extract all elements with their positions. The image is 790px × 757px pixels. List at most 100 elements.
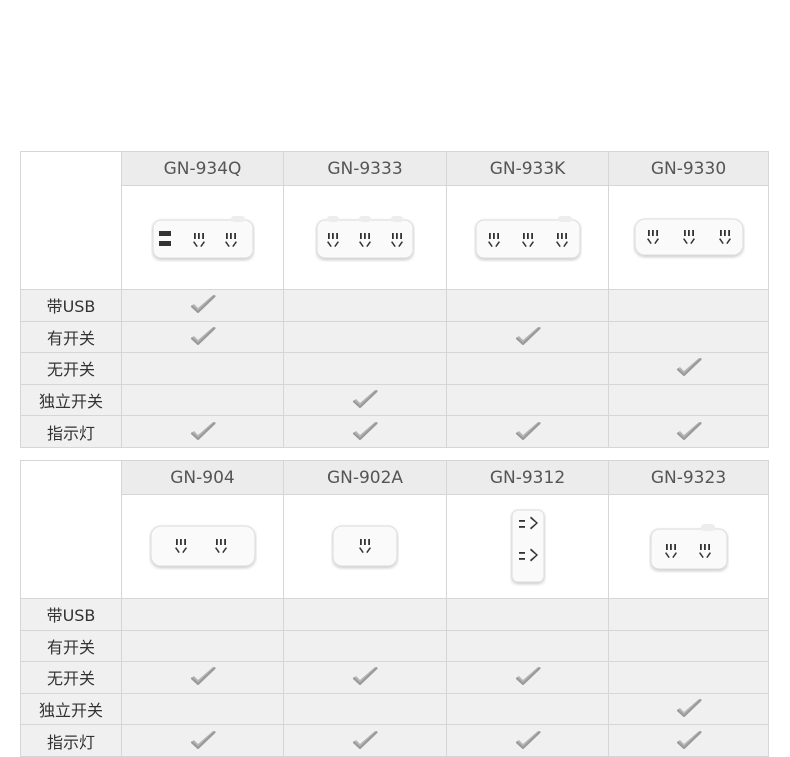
- feature-cell: [608, 352, 769, 385]
- check-icon: [676, 358, 702, 377]
- product-image-cell: [283, 185, 447, 290]
- check-icon: [190, 421, 216, 440]
- feature-row: 带USB: [20, 598, 769, 631]
- feature-row: 独立开关: [20, 383, 769, 417]
- feature-label: 独立开关: [20, 383, 122, 417]
- feature-cell: [608, 692, 769, 726]
- feature-row: 指示灯: [20, 415, 769, 448]
- model-name: GN-933K: [446, 151, 609, 186]
- feature-cell: [446, 415, 609, 448]
- feature-cell: [446, 661, 609, 694]
- feature-cell: [283, 320, 447, 354]
- model-name: GN-934Q: [121, 151, 284, 186]
- product-image: [634, 218, 743, 255]
- check-icon: [676, 421, 702, 440]
- feature-row: 独立开关: [20, 692, 769, 726]
- feature-cell: [283, 383, 447, 417]
- feature-label: 指示灯: [20, 415, 122, 448]
- product-image: [650, 523, 727, 569]
- product-image-cell: [608, 494, 769, 599]
- feature-cell: [283, 598, 447, 631]
- feature-cell: [283, 661, 447, 694]
- feature-cell: [446, 352, 609, 385]
- corner-cell: [20, 151, 122, 290]
- check-icon: [515, 421, 541, 440]
- feature-row: 无开关: [20, 352, 769, 385]
- product-image-cell: [283, 494, 447, 599]
- feature-cell: [121, 661, 284, 694]
- product-image: [150, 525, 255, 566]
- feature-cell: [283, 724, 447, 757]
- feature-cell: [446, 383, 609, 417]
- feature-label: 有开关: [20, 629, 122, 663]
- model-name: GN-9323: [608, 460, 769, 495]
- check-icon: [190, 667, 216, 686]
- product-image: [475, 215, 580, 258]
- check-icon: [352, 667, 378, 686]
- feature-cell: [608, 629, 769, 663]
- product-image: [316, 215, 414, 258]
- check-icon: [352, 421, 378, 440]
- feature-cell: [446, 598, 609, 631]
- feature-cell: [446, 629, 609, 663]
- check-icon: [515, 667, 541, 686]
- check-icon: [190, 326, 216, 345]
- feature-cell: [283, 415, 447, 448]
- feature-cell: [283, 629, 447, 663]
- product-image-cell: [121, 185, 284, 290]
- feature-cell: [608, 383, 769, 417]
- product-image-cell: [121, 494, 284, 599]
- check-icon: [352, 730, 378, 749]
- feature-row: 无开关: [20, 661, 769, 694]
- feature-cell: [608, 320, 769, 354]
- feature-cell: [446, 289, 609, 322]
- model-name: GN-9312: [446, 460, 609, 495]
- model-name: GN-904: [121, 460, 284, 495]
- feature-label: 指示灯: [20, 724, 122, 757]
- comparison-table-2: GN-904 GN-902A GN-9312 GN-9323 带USB 有开关 无开关 独立开…: [20, 460, 769, 757]
- feature-cell: [121, 289, 284, 322]
- product-image-cell: [608, 185, 769, 290]
- check-icon: [676, 730, 702, 749]
- feature-cell: [608, 724, 769, 757]
- feature-cell: [283, 352, 447, 385]
- feature-cell: [446, 320, 609, 354]
- check-icon: [676, 699, 702, 718]
- feature-cell: [121, 598, 284, 631]
- check-icon: [190, 295, 216, 314]
- product-image: [152, 215, 253, 258]
- model-name: GN-9333: [283, 151, 447, 186]
- feature-cell: [446, 692, 609, 726]
- feature-cell: [446, 724, 609, 757]
- feature-label: 独立开关: [20, 692, 122, 726]
- feature-row: 指示灯: [20, 724, 769, 757]
- check-icon: [352, 390, 378, 409]
- feature-cell: [608, 661, 769, 694]
- feature-cell: [121, 692, 284, 726]
- feature-label: 带USB: [20, 598, 122, 631]
- comparison-table-1: GN-934Q GN-9333 GN-933K GN-9330 带USB 有开关 无开关 独立…: [20, 151, 769, 448]
- corner-cell: [20, 460, 122, 599]
- feature-row: 有开关: [20, 629, 769, 663]
- feature-cell: [608, 598, 769, 631]
- product-image: [332, 525, 398, 566]
- check-icon: [515, 326, 541, 345]
- feature-label: 带USB: [20, 289, 122, 322]
- check-icon: [190, 730, 216, 749]
- check-icon: [515, 730, 541, 749]
- feature-cell: [121, 320, 284, 354]
- product-image: [511, 509, 544, 582]
- feature-cell: [283, 289, 447, 322]
- feature-cell: [121, 724, 284, 757]
- feature-cell: [121, 383, 284, 417]
- feature-cell: [283, 692, 447, 726]
- feature-cell: [121, 415, 284, 448]
- feature-label: 有开关: [20, 320, 122, 354]
- product-image-cell: [446, 494, 609, 599]
- feature-row: 有开关: [20, 320, 769, 354]
- model-name: GN-902A: [283, 460, 447, 495]
- feature-cell: [121, 629, 284, 663]
- feature-row: 带USB: [20, 289, 769, 322]
- feature-label: 无开关: [20, 352, 122, 385]
- feature-cell: [121, 352, 284, 385]
